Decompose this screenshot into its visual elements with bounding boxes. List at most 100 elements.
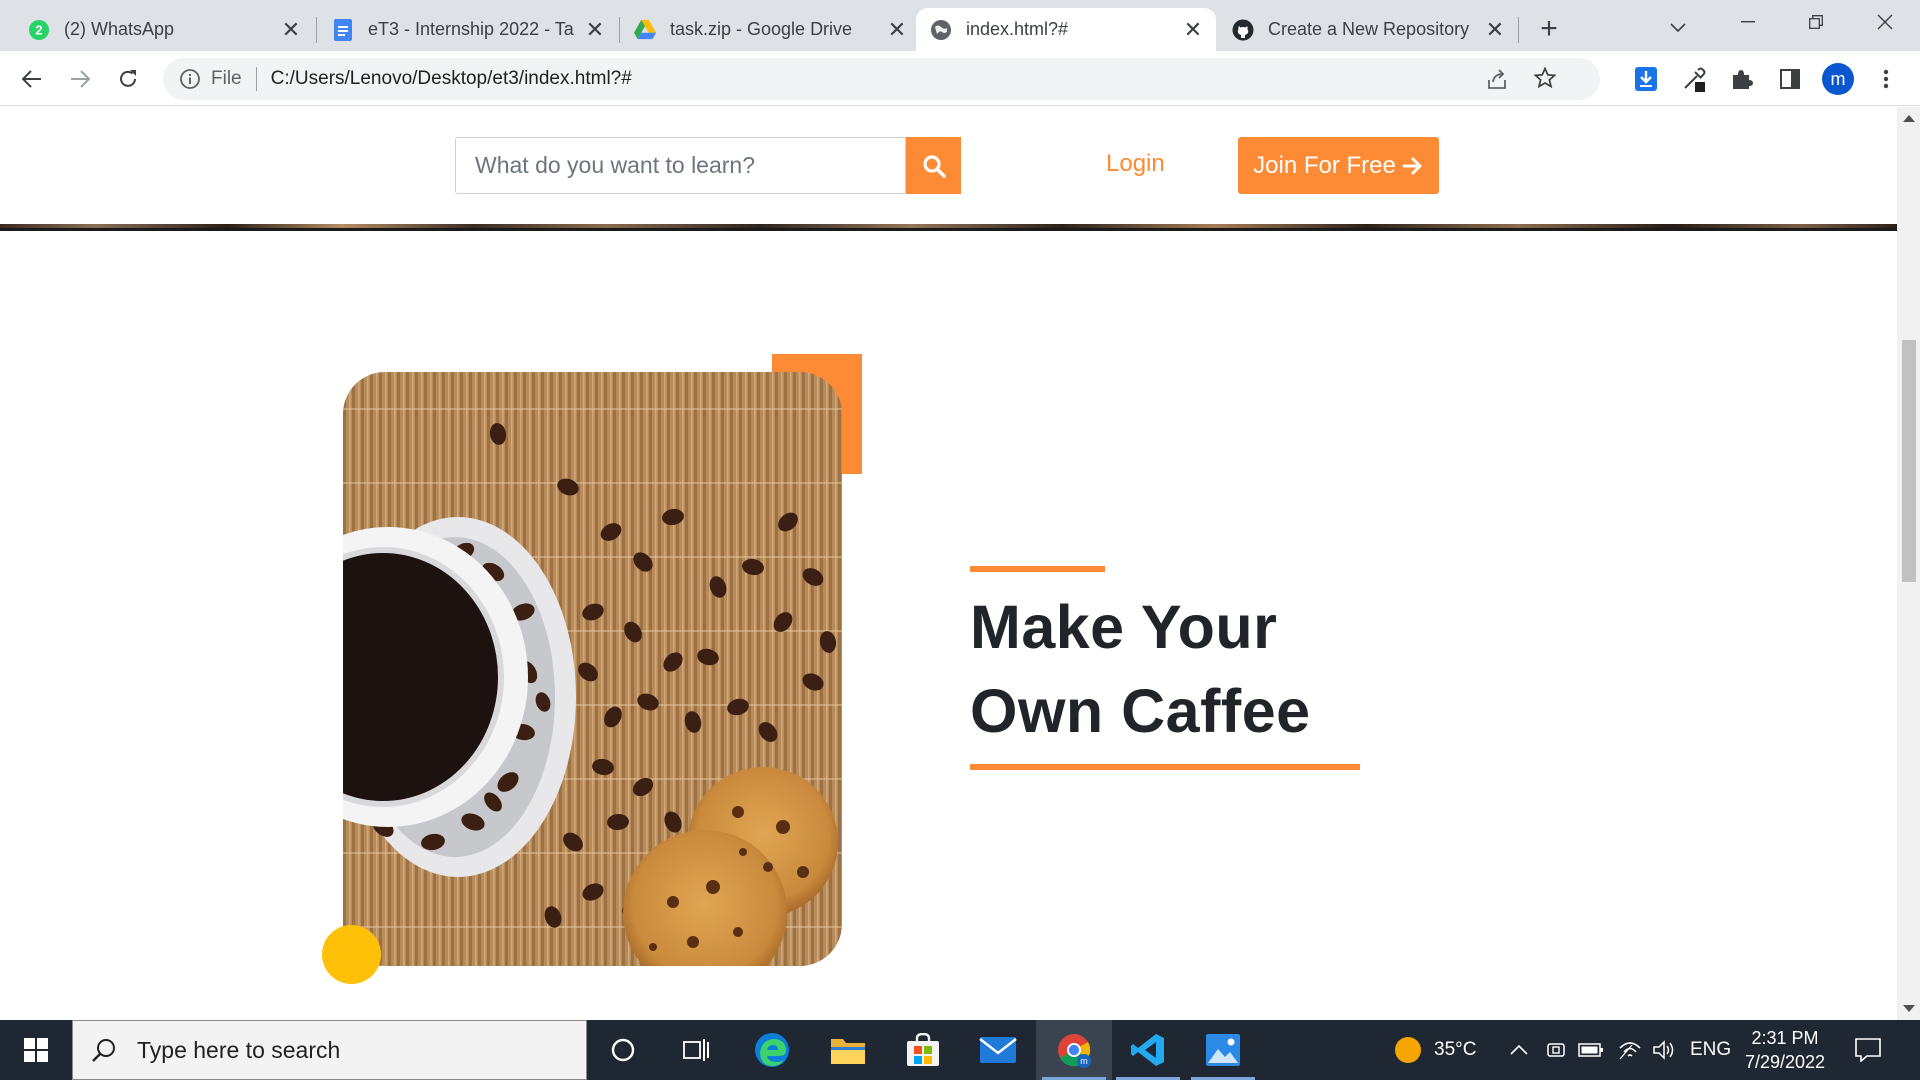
hero-divider: [0, 228, 1897, 231]
join-for-free-button[interactable]: Join For Free: [1238, 137, 1439, 194]
show-hidden-icons-button[interactable]: [1510, 1020, 1528, 1080]
task-view-button[interactable]: [658, 1020, 734, 1080]
whatsapp-icon: 2: [28, 19, 50, 41]
bookmark-star-icon[interactable]: [1534, 67, 1556, 89]
taskbar-search-box[interactable]: Type here to search: [72, 1020, 587, 1080]
search-input[interactable]: [455, 137, 906, 194]
weather-widget[interactable]: 35°C: [1394, 1020, 1476, 1080]
wifi-icon[interactable]: [1618, 1020, 1642, 1080]
sun-icon: [1394, 1036, 1422, 1064]
side-panel-icon[interactable]: [1772, 61, 1808, 97]
download-icon[interactable]: [1628, 61, 1664, 97]
close-icon[interactable]: ✕: [278, 17, 304, 43]
mail-app-button[interactable]: [960, 1020, 1036, 1080]
globe-icon: [930, 19, 952, 41]
drive-icon: [634, 19, 656, 41]
svg-text:m: m: [1080, 1056, 1088, 1066]
forward-button[interactable]: [62, 61, 98, 97]
tab-title: index.html?#: [966, 19, 1069, 39]
profile-avatar[interactable]: m: [1820, 61, 1856, 97]
task-view-icon: [683, 1038, 709, 1062]
restore-button[interactable]: [1793, 4, 1839, 40]
tab-search-button[interactable]: [1660, 10, 1696, 46]
decorative-yellow-circle: [322, 925, 381, 984]
battery-icon[interactable]: [1578, 1020, 1604, 1080]
edge-icon: [753, 1031, 791, 1069]
headline-underline: [970, 764, 1360, 770]
extensions-puzzle-icon[interactable]: [1724, 61, 1760, 97]
tab-drive[interactable]: task.zip - Google Drive ✕: [620, 8, 920, 51]
info-icon[interactable]: [179, 68, 201, 90]
windows-taskbar: Type here to search m 35°C ENG 2:31 PM 7…: [0, 1020, 1920, 1080]
start-button[interactable]: [0, 1020, 72, 1080]
minimize-button[interactable]: [1725, 4, 1771, 40]
tab-separator: [316, 17, 317, 43]
photos-icon: [1205, 1033, 1241, 1067]
close-icon[interactable]: ✕: [1180, 17, 1206, 43]
temperature: 35°C: [1434, 1039, 1477, 1060]
new-tab-button[interactable]: +: [1530, 10, 1568, 48]
photos-app-button[interactable]: [1185, 1020, 1261, 1080]
volume-icon[interactable]: [1652, 1020, 1676, 1080]
scroll-up-arrow[interactable]: [1903, 115, 1915, 122]
scroll-thumb[interactable]: [1902, 340, 1916, 582]
address-bar[interactable]: File C:/Users/Lenovo/Desktop/et3/index.h…: [163, 58, 1600, 100]
chrome-app-button[interactable]: m: [1036, 1020, 1112, 1080]
docs-icon: [332, 18, 354, 41]
notification-icon: [1855, 1038, 1881, 1062]
section-headline: Make Your Own Caffee: [970, 585, 1470, 753]
page-scrollbar[interactable]: [1897, 107, 1920, 1020]
input-language[interactable]: ENG: [1690, 1020, 1731, 1080]
taskbar-search-placeholder: Type here to search: [137, 1036, 341, 1063]
file-explorer-app-button[interactable]: [810, 1020, 886, 1080]
tab-whatsapp[interactable]: 2 (2) WhatsApp ✕: [14, 8, 314, 51]
close-icon[interactable]: ✕: [582, 17, 608, 43]
windows-logo-icon: [24, 1038, 48, 1062]
tab-docs[interactable]: eT3 - Internship 2022 - Ta ✕: [318, 8, 618, 51]
folder-icon: [830, 1035, 866, 1065]
tab-title: (2) WhatsApp: [64, 19, 175, 39]
login-link[interactable]: Login: [1106, 150, 1165, 178]
menu-kebab-icon[interactable]: [1868, 61, 1904, 97]
clock-date: 7/29/2022: [1744, 1052, 1826, 1072]
coffee-image: [343, 372, 842, 966]
headline-accent-bar: [970, 566, 1105, 572]
tab-title: eT3 - Internship 2022 - Ta: [368, 19, 574, 39]
vscode-app-button[interactable]: [1110, 1020, 1186, 1080]
cortana-icon: [611, 1038, 635, 1062]
reload-button[interactable]: [110, 61, 146, 97]
store-icon: [906, 1033, 940, 1067]
url-text[interactable]: C:/Users/Lenovo/Desktop/et3/index.html?#: [271, 68, 632, 90]
scheme-label: File: [211, 68, 242, 89]
search-icon: [922, 154, 946, 178]
chrome-icon: m: [1055, 1031, 1093, 1069]
close-icon[interactable]: ✕: [1482, 17, 1508, 43]
arrow-right-icon: [1402, 156, 1424, 176]
clock-time: 2:31 PM: [1751, 1028, 1819, 1048]
close-icon[interactable]: ✕: [884, 17, 910, 43]
tab-index-html[interactable]: index.html?# ✕: [916, 8, 1216, 51]
back-button[interactable]: [14, 61, 50, 97]
share-icon[interactable]: [1486, 68, 1508, 90]
tab-title: task.zip - Google Drive: [670, 19, 853, 39]
tab-github[interactable]: Create a New Repository ✕: [1218, 8, 1518, 51]
notification-center-button[interactable]: [1855, 1020, 1881, 1080]
svg-text:2: 2: [35, 22, 42, 37]
eyedropper-extension-icon[interactable]: [1676, 61, 1712, 97]
mail-icon: [979, 1036, 1017, 1064]
headline-line-2: Own Caffee: [970, 677, 1311, 745]
meet-now-icon[interactable]: [1546, 1020, 1566, 1080]
scroll-down-arrow[interactable]: [1903, 1005, 1915, 1012]
window-close-button[interactable]: [1862, 4, 1908, 40]
search-button[interactable]: [906, 137, 961, 194]
edge-app-button[interactable]: [734, 1020, 810, 1080]
system-clock[interactable]: 2:31 PM 7/29/2022: [1730, 1026, 1840, 1074]
cortana-button[interactable]: [585, 1020, 661, 1080]
svg-text:m: m: [1831, 69, 1846, 89]
divider: [255, 67, 257, 91]
vscode-icon: [1130, 1032, 1166, 1068]
browser-tab-strip: 2 (2) WhatsApp ✕ eT3 - Internship 2022 -…: [0, 0, 1920, 51]
store-app-button[interactable]: [885, 1020, 961, 1080]
tab-title: Create a New Repository: [1268, 19, 1470, 39]
search-icon: [91, 1037, 117, 1063]
